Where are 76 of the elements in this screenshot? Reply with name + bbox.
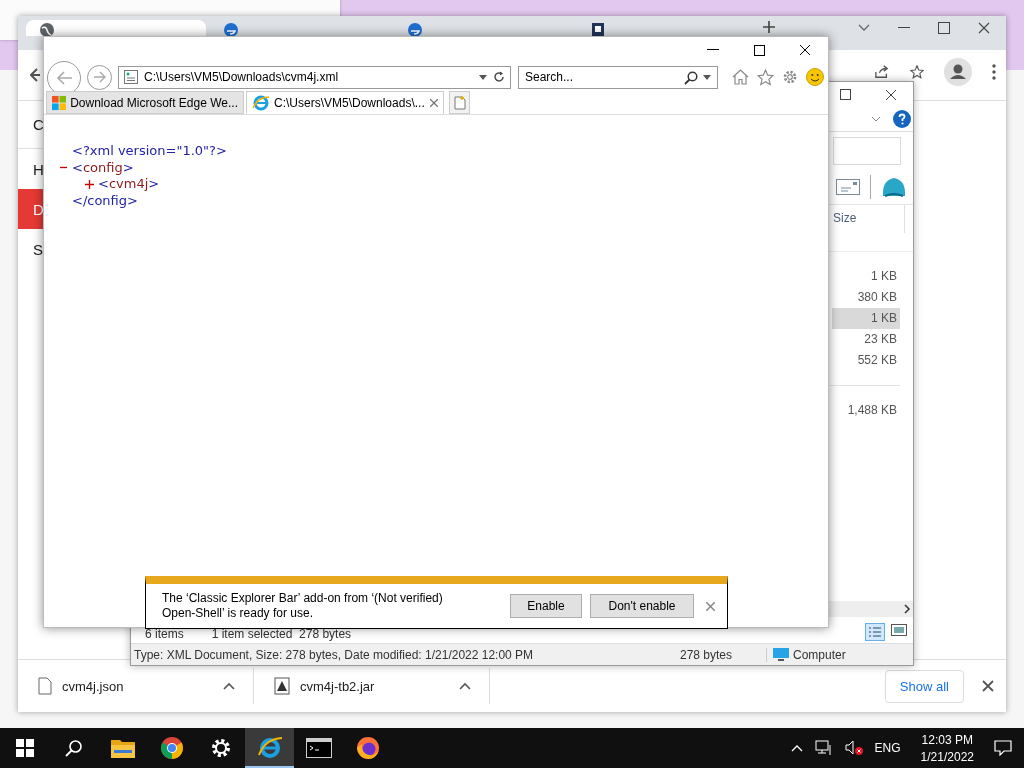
caret-icon[interactable] xyxy=(223,682,235,690)
minimize-icon[interactable] xyxy=(898,27,910,29)
mail-icon[interactable] xyxy=(836,179,860,195)
home-icon[interactable] xyxy=(732,69,749,85)
maximize-icon[interactable] xyxy=(753,44,765,56)
scroll-right-icon[interactable] xyxy=(903,604,911,614)
browser-tab[interactable] xyxy=(26,20,206,36)
network-icon[interactable] xyxy=(814,740,833,756)
smiley-icon[interactable] xyxy=(806,68,824,86)
xml-tag: </config> xyxy=(72,192,138,208)
maximize-icon[interactable] xyxy=(840,89,851,100)
settings-icon[interactable] xyxy=(782,69,798,85)
details-text: Type: XML Document, Size: 278 bytes, Date modified: 1/21/2022 12:00 PM xyxy=(134,647,535,662)
xml-declaration: <?xml version="1.0"?> xyxy=(72,143,227,158)
xml-tag: <cvm4j> xyxy=(98,176,160,191)
show-all-button[interactable]: Show all xyxy=(884,669,964,703)
status-text: 1 item selected 278 bytes xyxy=(211,627,352,641)
close-icon[interactable] xyxy=(982,680,994,692)
address-field[interactable]: C:\Users\VM5\Downloads\cvm4j.xml xyxy=(118,65,511,89)
windows-logo-icon xyxy=(52,94,67,111)
clock-time[interactable]: 12:03 PM xyxy=(921,732,973,747)
search-field[interactable]: Search... xyxy=(518,65,718,89)
refresh-icon[interactable] xyxy=(493,71,505,83)
column-header[interactable]: Size xyxy=(830,205,905,233)
language-indicator[interactable]: ENG xyxy=(874,741,901,755)
volume-muted-icon[interactable] xyxy=(844,740,863,756)
collapse-icon[interactable] xyxy=(59,164,67,171)
notification-button[interactable]: Don't enable xyxy=(590,594,694,618)
sidebar-item[interactable]: S xyxy=(18,229,43,269)
close-icon[interactable] xyxy=(978,22,990,34)
chevron-down-icon[interactable] xyxy=(871,116,881,122)
maximize-icon[interactable] xyxy=(938,22,950,34)
browser-tab[interactable]: C:\Users\VM5\Downloads\... xyxy=(246,91,444,114)
file-icon xyxy=(38,677,52,695)
chevron-up-icon[interactable] xyxy=(790,744,803,752)
file-size-cell[interactable]: 380 KB xyxy=(832,287,900,308)
sidebar-item[interactable]: D xyxy=(18,189,43,229)
page-icon xyxy=(124,70,138,84)
jar-file-icon xyxy=(274,677,290,695)
preview-view-icon[interactable] xyxy=(891,623,907,637)
ie-logo-icon xyxy=(252,94,270,111)
computer-icon xyxy=(773,647,789,662)
clock-date[interactable]: 1/21/2022 xyxy=(920,749,974,764)
back-arrow-icon[interactable] xyxy=(30,68,40,82)
new-tab-icon[interactable] xyxy=(762,20,776,34)
details-text: 278 bytes xyxy=(680,647,767,662)
ie-icon[interactable] xyxy=(245,728,294,768)
share-icon[interactable] xyxy=(874,65,890,79)
notification-text: The ‘Classic Explorer Bar’ add-on from ‘(Not verified) Open-Shell’ is ready for use. xyxy=(162,591,444,621)
address-field[interactable] xyxy=(833,137,901,165)
close-icon[interactable] xyxy=(885,88,897,101)
caret-icon[interactable] xyxy=(459,682,471,690)
chevron-down-icon[interactable] xyxy=(858,24,870,32)
notification-button[interactable]: Enable xyxy=(510,594,582,618)
minimize-icon[interactable] xyxy=(707,49,719,51)
download-filename[interactable]: cvm4j.json xyxy=(62,678,124,694)
star-icon[interactable] xyxy=(757,68,774,86)
star-icon[interactable] xyxy=(910,65,924,79)
close-icon[interactable] xyxy=(799,44,811,56)
status-text: 6 items xyxy=(145,627,184,641)
profile-icon[interactable] xyxy=(944,58,972,86)
zone-text: Computer xyxy=(793,647,846,662)
file-size-cell[interactable]: 23 KB xyxy=(832,329,900,350)
menu-icon[interactable] xyxy=(992,64,996,80)
browser-tab[interactable]: Download Microsoft Edge We... xyxy=(46,91,244,114)
file-size-cell[interactable]: 1,488 KB xyxy=(832,400,900,421)
help-icon[interactable] xyxy=(893,110,911,128)
search-icon[interactable] xyxy=(684,70,698,85)
xml-tag: <config> xyxy=(72,159,134,175)
expand-icon[interactable] xyxy=(84,179,94,189)
download-filename[interactable]: cvm4j-tb2.jar xyxy=(300,678,375,694)
file-size-cell[interactable]: 552 KB xyxy=(832,350,900,371)
file-size-cell[interactable]: 1 KB xyxy=(832,308,900,329)
sidebar-item[interactable]: H xyxy=(18,149,43,189)
file-size-cell[interactable]: 1 KB xyxy=(832,266,900,287)
notification-icon[interactable] xyxy=(994,740,1012,756)
